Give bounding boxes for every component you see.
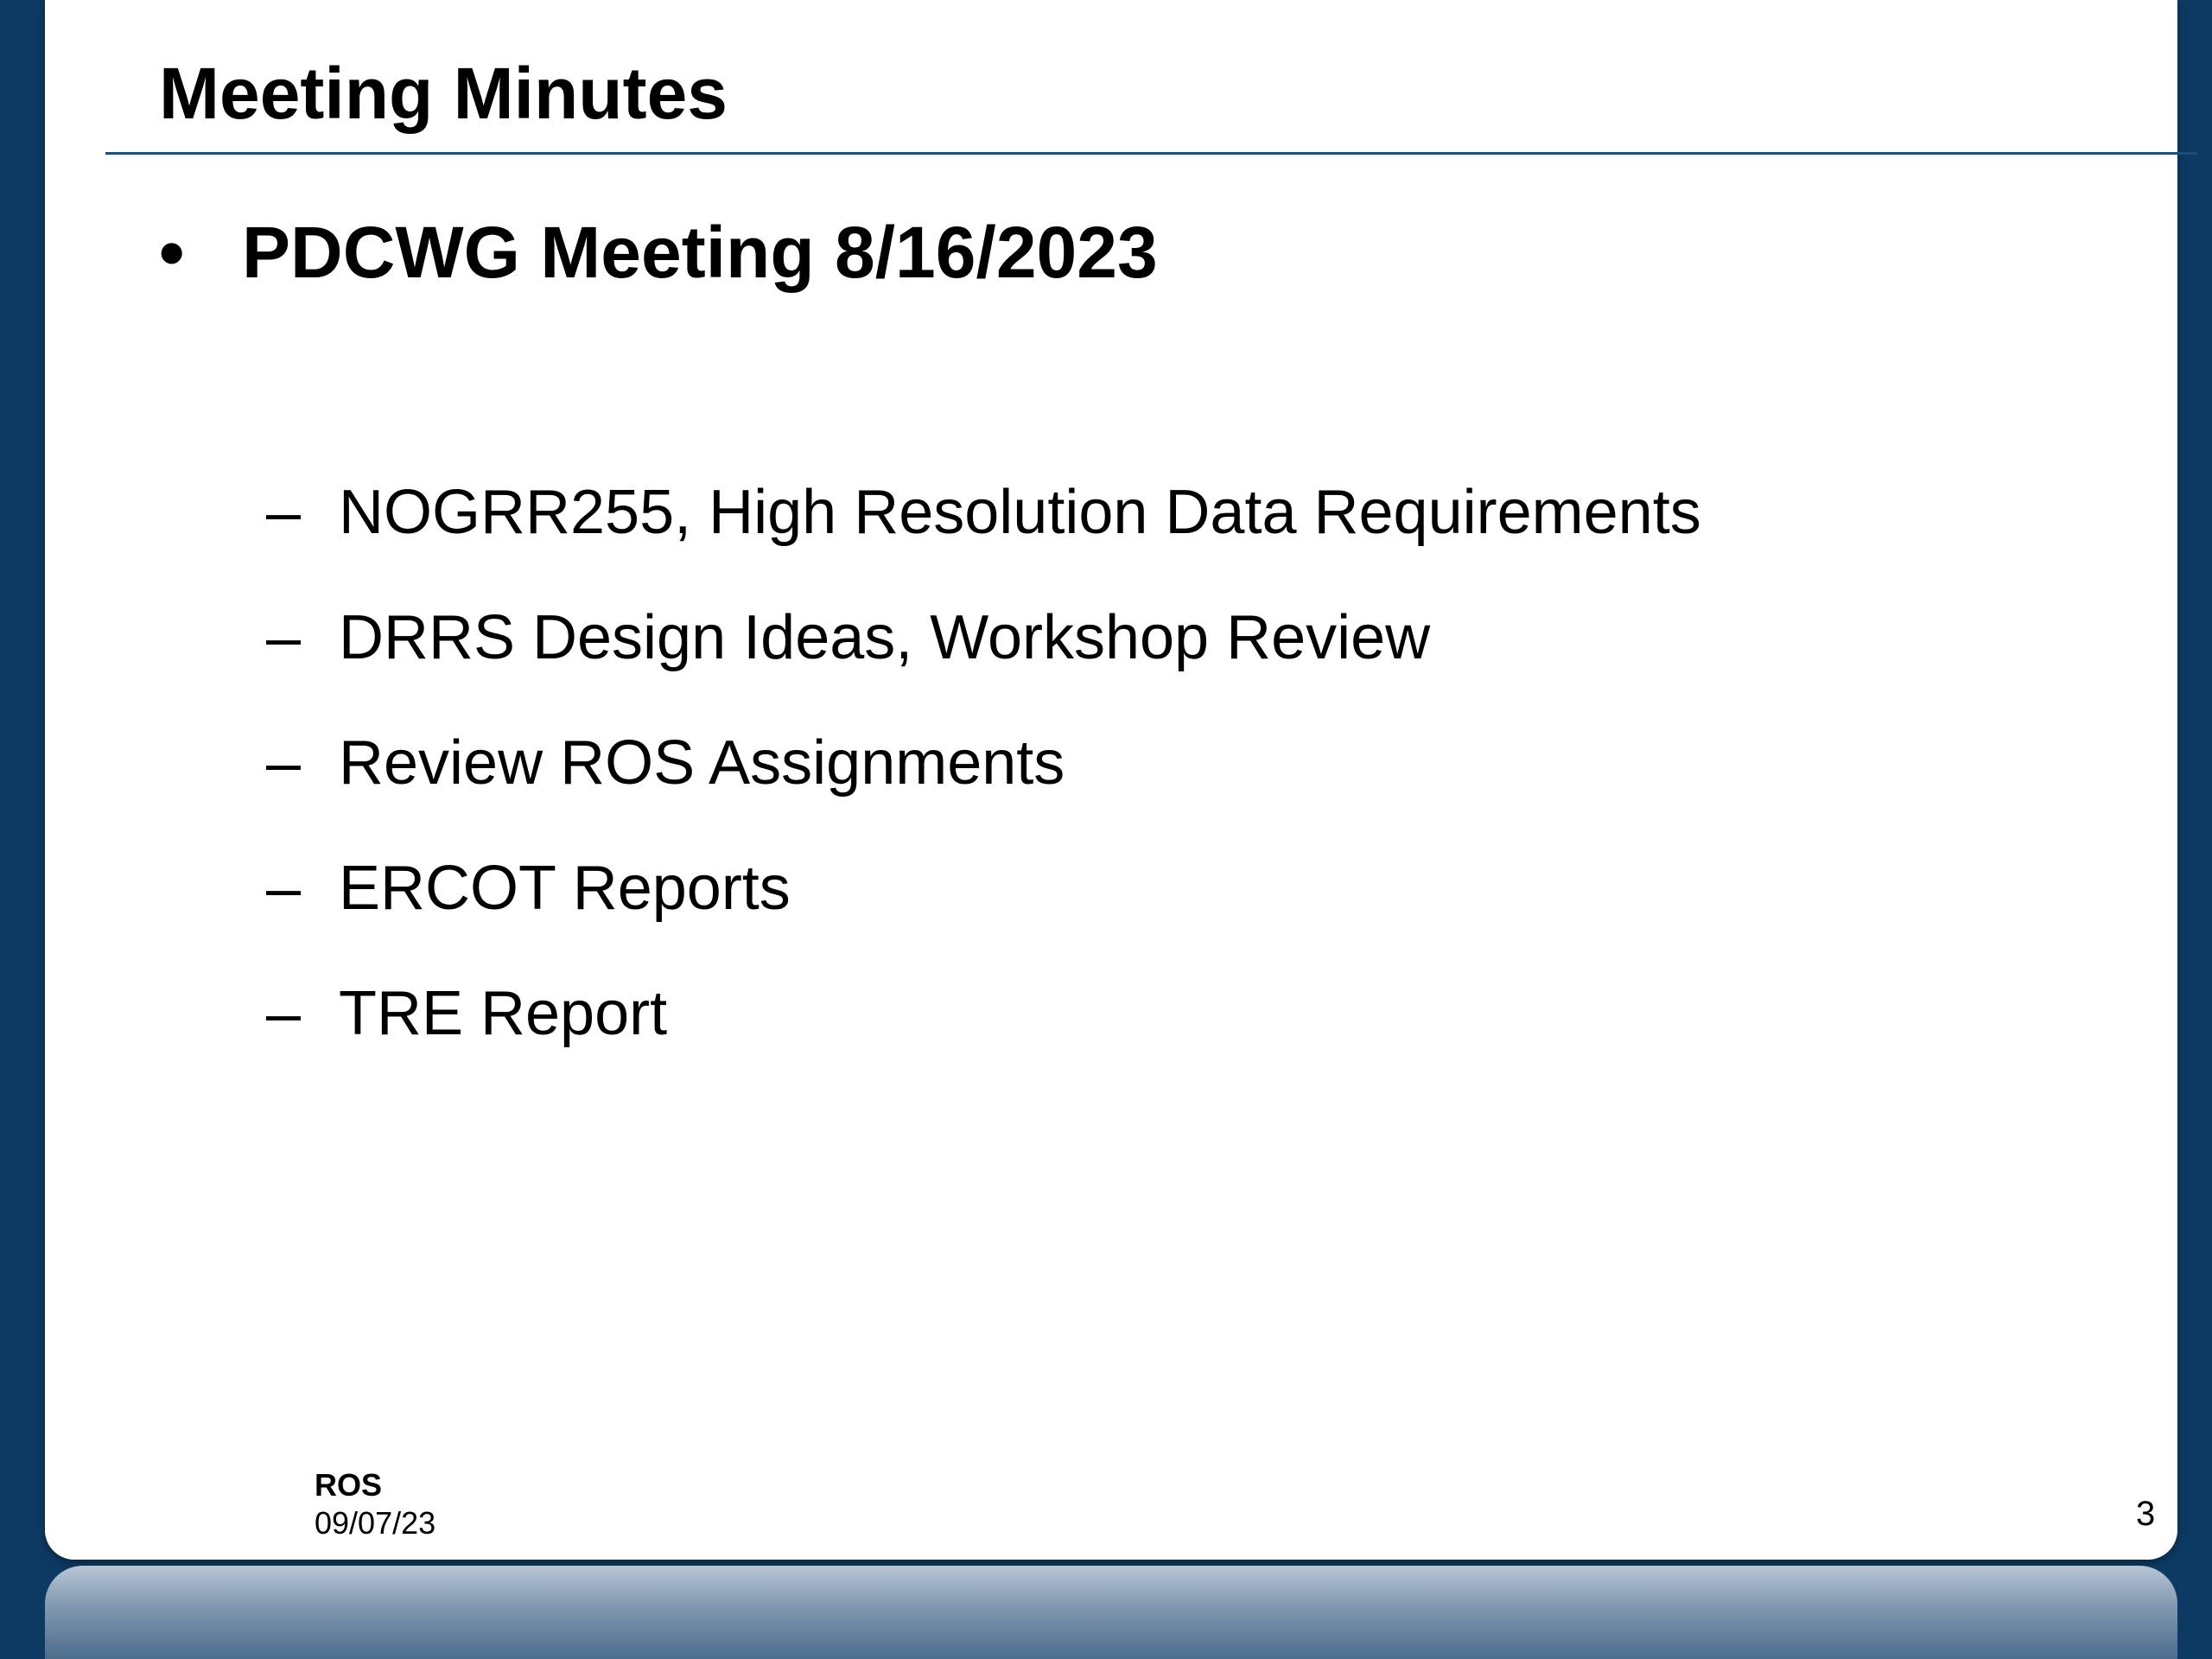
footer-date: 09/07/23: [315, 1505, 436, 1541]
agenda-list: – NOGRR255, High Resolution Data Require…: [266, 449, 1701, 1076]
slide-page: { "slide": { "title": "Meeting Minutes",…: [0, 0, 2212, 1659]
list-item: – DRRS Design Ideas, Workshop Review: [266, 575, 1701, 700]
slide-content-area: Meeting Minutes • PDCWG Meeting 8/16/202…: [45, 0, 2196, 1560]
dash-icon: –: [266, 728, 302, 798]
list-item: – ERCOT Reports: [266, 825, 1701, 950]
dash-icon: –: [266, 853, 302, 923]
main-bullet: • PDCWG Meeting 8/16/2023: [159, 216, 1158, 289]
list-item-text: Review ROS Assignments: [339, 728, 1065, 798]
list-item-text: TRE Report: [339, 978, 668, 1048]
list-item-text: DRRS Design Ideas, Workshop Review: [339, 602, 1431, 672]
dash-icon: –: [266, 602, 302, 672]
slide-title: Meeting Minutes: [159, 53, 728, 134]
list-item: – TRE Report: [266, 950, 1701, 1076]
list-item-text: NOGRR255, High Resolution Data Requireme…: [339, 477, 1701, 547]
list-item: – NOGRR255, High Resolution Data Require…: [266, 449, 1701, 575]
title-divider: [105, 152, 2196, 155]
list-item-text: ERCOT Reports: [339, 853, 791, 923]
dash-icon: –: [266, 477, 302, 547]
page-number: 3: [2136, 1495, 2156, 1533]
list-item: – Review ROS Assignments: [266, 700, 1701, 825]
bottom-decorative-band: [45, 1566, 2177, 1659]
bullet-heading: PDCWG Meeting 8/16/2023: [242, 212, 1158, 293]
dash-icon: –: [266, 978, 302, 1048]
footer-org: ROS: [315, 1467, 383, 1503]
bullet-icon: •: [159, 212, 185, 293]
